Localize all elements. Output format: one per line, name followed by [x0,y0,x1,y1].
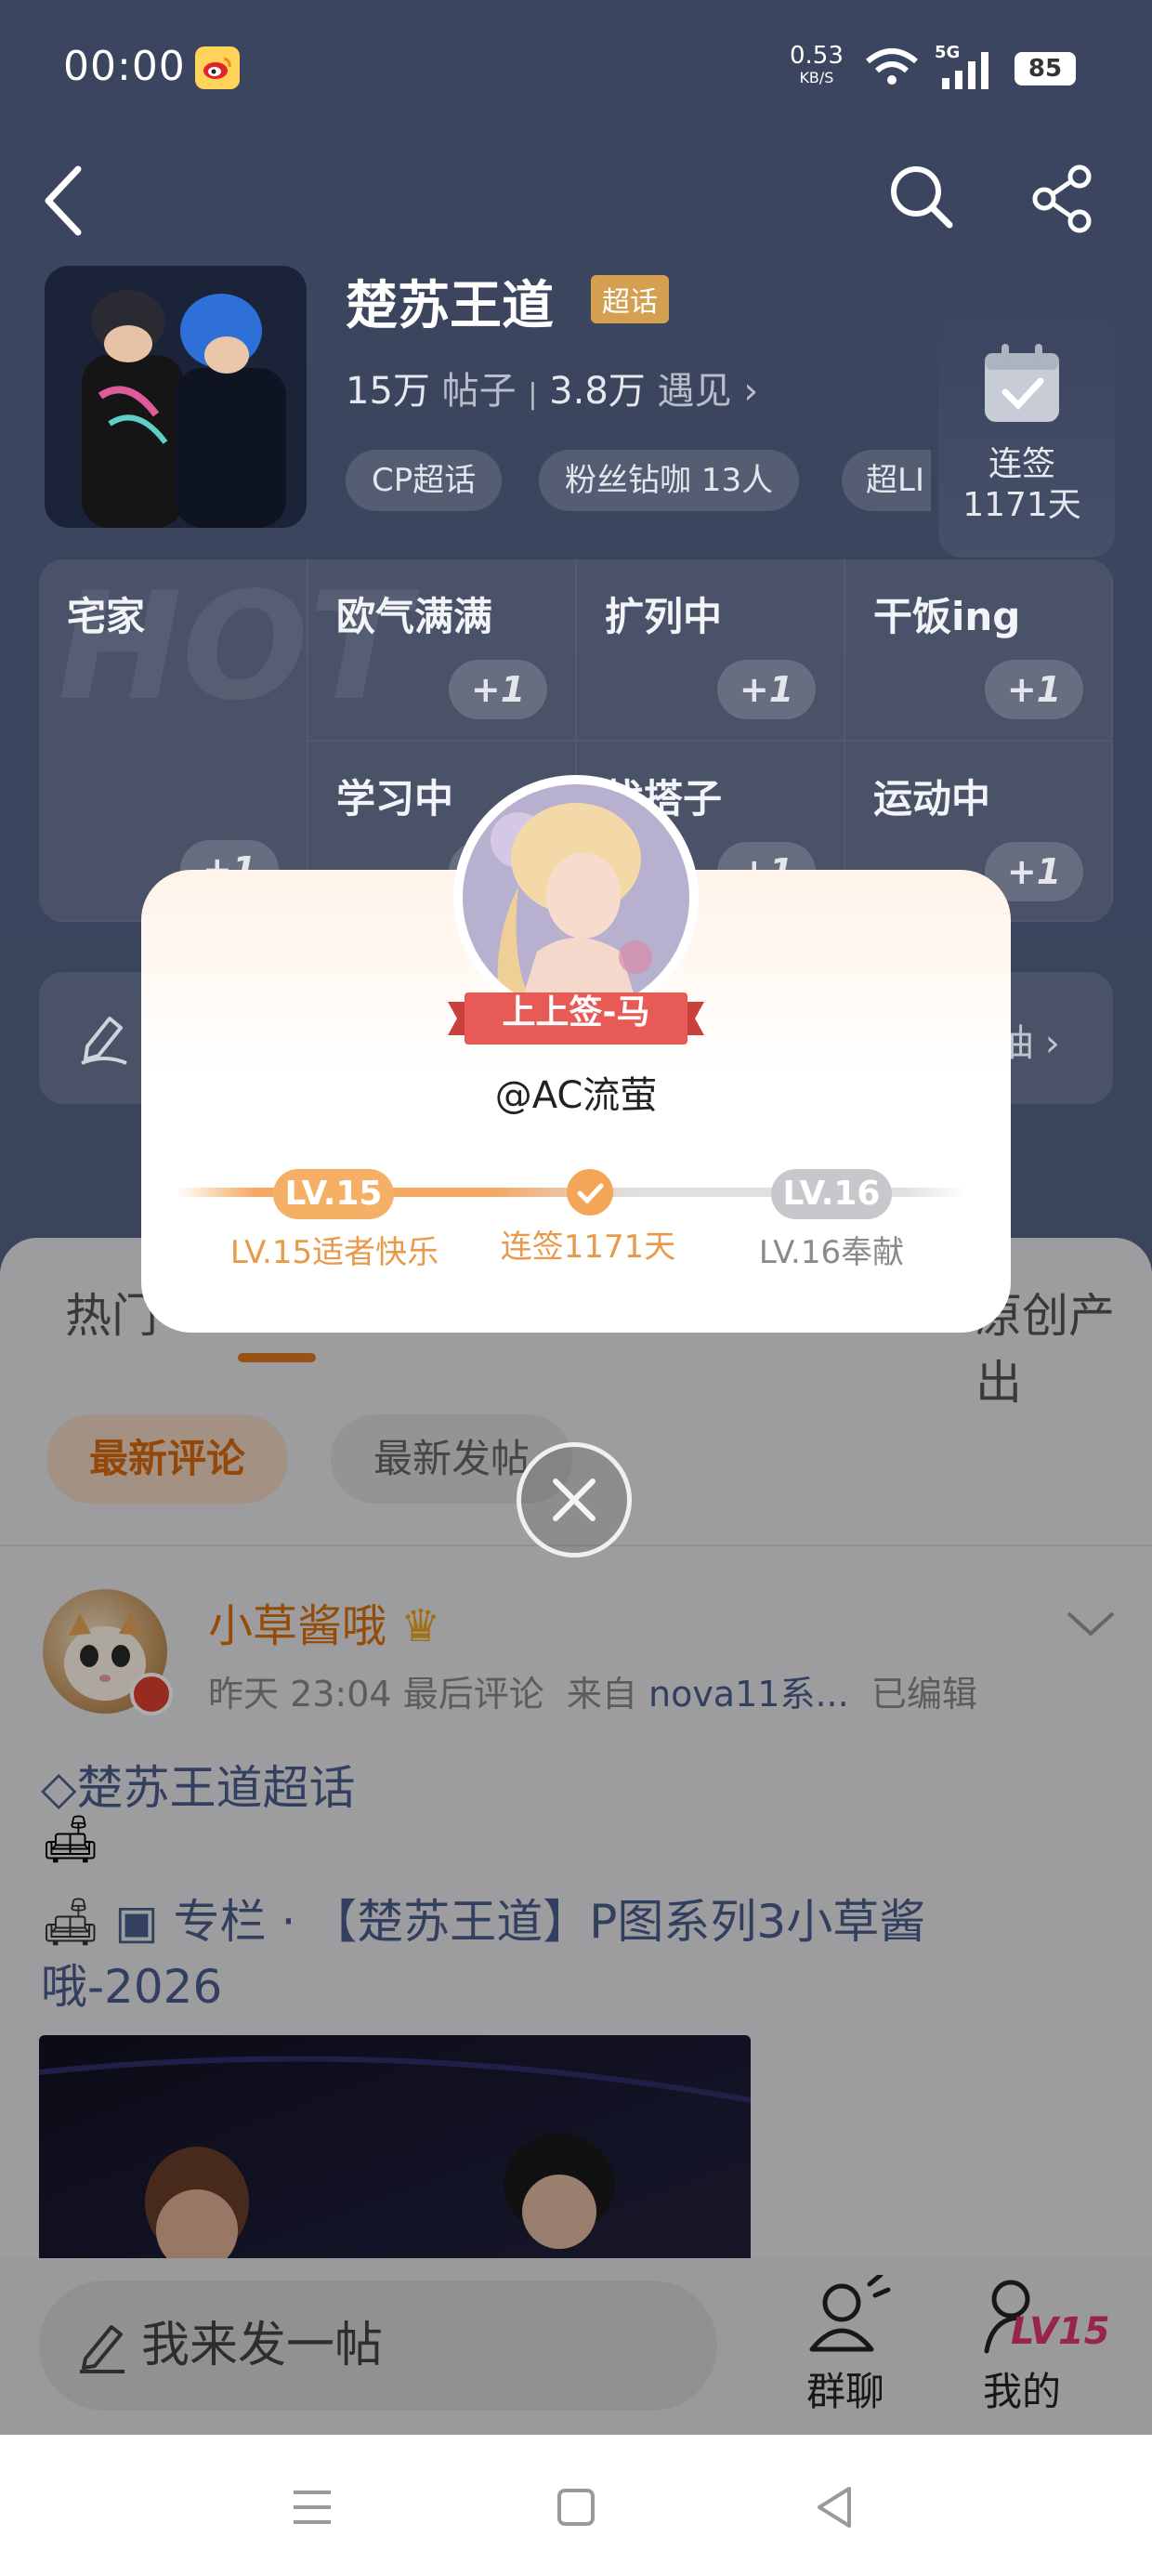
current-level-chip: LV.15 [273,1169,394,1219]
plus-one-button[interactable]: +1 [985,660,1083,719]
tag-fans[interactable]: 粉丝钻咖 13人 [539,450,800,511]
posts-count: 15万 [346,370,430,413]
signal-icon [942,52,988,89]
current-level-caption: LV.15适者快乐 [229,1234,439,1271]
mood-cell[interactable]: 扩列中 +1 [577,559,845,742]
mood-cell[interactable]: 干饭ing +1 [845,559,1113,742]
mood-cell[interactable]: HOT 宅家 +1 [39,559,410,922]
posts-label: 帖子 [441,370,517,413]
sign-streak: 连签 1171天 [962,445,1081,524]
battery-indicator: 85 [1015,52,1076,85]
pen-icon [81,1017,127,1065]
chevron-right-icon: › [743,370,759,413]
topic-title: 楚苏王道 [346,276,554,336]
plus-one-button[interactable]: +1 [449,660,547,719]
search-icon[interactable] [888,164,955,230]
calendar-check-icon [985,344,1059,422]
close-icon [553,1479,596,1521]
topic-cover-image [45,266,307,528]
wifi-icon [866,48,918,85]
home-icon[interactable] [556,2487,596,2528]
check-icon [567,1169,613,1216]
meet-label: 遇见 [657,370,732,413]
popup-handle: @AC流萤 [494,1074,658,1117]
streak-caption: 连签1171天 [500,1229,676,1266]
plus-one-button[interactable]: +1 [717,660,816,719]
tag-cp[interactable]: CP超话 [346,450,503,511]
network-speed: 0.53 KB/S [790,42,844,86]
next-level-chip: LV.16 [771,1169,892,1219]
ribbon-text: 上上签-马 [502,993,650,1032]
meet-count: 3.8万 [549,370,646,413]
back-nav-icon[interactable] [814,2485,855,2530]
mood-cell[interactable]: 欧气满满 +1 [308,559,577,742]
modal-dim[interactable] [0,1238,1152,2435]
menu-icon[interactable] [290,2487,334,2528]
back-icon[interactable] [41,164,85,238]
status-time: 00:00 [63,43,186,90]
close-button[interactable] [517,1442,632,1557]
next-level-caption: LV.16奉献 [758,1234,905,1271]
tag-super[interactable]: 超LI [842,450,931,511]
chevron-right-icon: › [1044,1022,1060,1065]
share-icon[interactable] [1029,164,1096,234]
supertopic-badge: 超话 [591,275,669,323]
topic-stats[interactable]: 15万 帖子 | 3.8万 遇见 › [346,361,758,414]
weibo-notification-icon [195,46,240,89]
